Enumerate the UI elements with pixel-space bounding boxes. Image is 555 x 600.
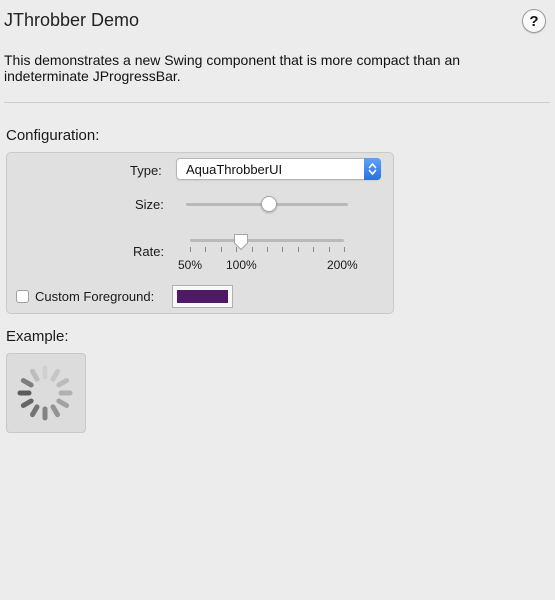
custom-foreground-label[interactable]: Custom Foreground: — [35, 289, 154, 304]
type-select[interactable]: AquaThrobberUI — [176, 158, 381, 180]
rate-slider-tick — [282, 247, 283, 252]
rate-slider-tick — [329, 247, 330, 252]
type-select-value: AquaThrobberUI — [186, 162, 283, 177]
help-button[interactable]: ? — [522, 9, 546, 33]
rate-tick-label-100: 100% — [226, 258, 257, 272]
rate-slider-knob[interactable] — [233, 233, 249, 251]
configuration-heading: Configuration: — [6, 127, 100, 144]
select-arrows-icon — [364, 158, 381, 180]
size-label: Size: — [135, 197, 164, 212]
rate-tick-label-50: 50% — [178, 258, 203, 272]
spinner-icon — [17, 365, 73, 421]
rate-slider-tick — [298, 247, 299, 252]
rate-slider-tick — [221, 247, 222, 252]
rate-slider-tick — [252, 247, 253, 252]
size-slider-knob[interactable] — [260, 196, 277, 212]
description-text: This demonstrates a new Swing component … — [4, 52, 461, 84]
rate-tick-label-200: 200% — [327, 258, 358, 272]
configuration-panel: Type: AquaThrobberUI Size: Rate: 50% 100… — [6, 152, 394, 314]
separator — [4, 102, 550, 103]
rate-slider-tick — [205, 247, 206, 252]
rate-slider-track[interactable] — [190, 239, 344, 242]
foreground-color-swatch — [177, 290, 228, 303]
rate-slider-tick — [267, 247, 268, 252]
rate-label: Rate: — [133, 244, 165, 259]
type-label: Type: — [130, 163, 162, 178]
example-panel — [6, 353, 86, 433]
custom-foreground-checkbox[interactable] — [16, 290, 29, 303]
window-title: JThrobber Demo — [4, 10, 140, 30]
rate-slider-tick — [313, 247, 314, 252]
example-heading: Example: — [6, 328, 69, 345]
foreground-color-button[interactable] — [172, 285, 233, 308]
rate-slider-tick — [344, 247, 345, 252]
rate-slider-tick — [190, 247, 191, 252]
